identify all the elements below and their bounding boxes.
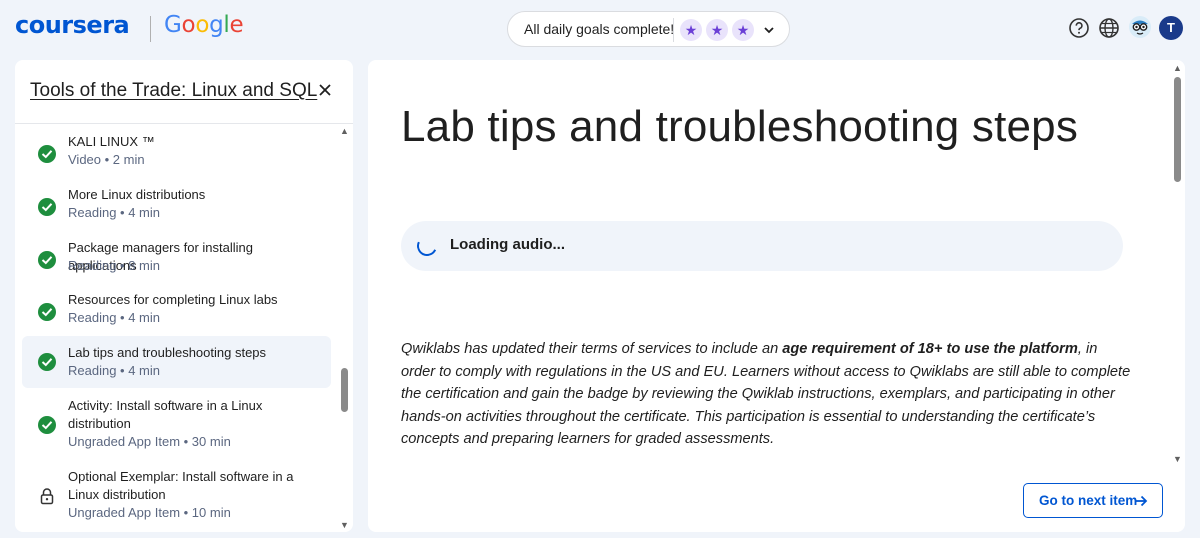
goals-separator [673, 18, 674, 42]
google-letter: o [181, 12, 196, 38]
google-logo: Google [164, 12, 244, 38]
logo-divider [150, 16, 151, 42]
item-meta: Ungraded App Item • 10 min [68, 505, 231, 520]
item-title: KALI LINUX ™ [68, 134, 155, 149]
user-avatar[interactable]: T [1159, 16, 1183, 40]
audio-player[interactable]: Loading audio... [401, 221, 1123, 271]
course-title-link[interactable]: Tools of the Trade: Linux and SQL [30, 80, 317, 102]
item-title: Resources for completing Linux labs [68, 292, 278, 307]
sidebar-item-package-managers[interactable]: Package managers for installing applicat… [22, 232, 331, 280]
globe-icon[interactable] [1098, 17, 1120, 39]
help-icon[interactable] [1068, 17, 1090, 39]
next-button-label: Go to next item [1039, 493, 1138, 508]
completed-check-icon [38, 353, 56, 371]
sidebar-item-resources-linux-labs[interactable]: Resources for completing Linux labs Read… [22, 284, 331, 332]
accessibility-icon[interactable] [1128, 15, 1152, 39]
sidebar-item-kali-linux[interactable]: KALI LINUX ™ Video • 2 min [22, 126, 331, 174]
google-letter: G [164, 12, 182, 38]
sidebar-scrollbar-thumb[interactable] [341, 368, 348, 412]
daily-goals-dropdown[interactable]: All daily goals complete! ★ ★ ★ [507, 11, 790, 47]
item-meta: Reading • 8 min [68, 258, 160, 273]
go-to-next-item-button[interactable]: Go to next item [1023, 483, 1163, 518]
item-meta: Reading • 4 min [68, 363, 160, 378]
loading-spinner-icon [414, 233, 440, 259]
sidebar-item-lab-tips[interactable]: Lab tips and troubleshooting steps Readi… [22, 336, 331, 388]
main-scrollbar-thumb[interactable] [1174, 77, 1181, 182]
scroll-up-arrow-icon[interactable]: ▲ [1173, 63, 1182, 73]
completed-check-icon [38, 251, 56, 269]
item-meta: Video • 2 min [68, 152, 145, 167]
scroll-down-arrow-icon[interactable]: ▼ [1173, 454, 1182, 464]
lock-icon [40, 488, 54, 505]
page-title: Lab tips and troubleshooting steps [401, 102, 1079, 151]
item-meta: Reading • 4 min [68, 310, 160, 325]
coursera-logo[interactable]: coursera [15, 11, 130, 39]
body-paragraph: Qwiklabs has updated their terms of serv… [401, 338, 1131, 451]
sidebar-item-activity-install-software[interactable]: Activity: Install software in a Linux di… [22, 392, 331, 458]
item-title: Optional Exemplar: Install software in a… [68, 469, 294, 502]
daily-goals-text: All daily goals complete! [524, 21, 675, 37]
chevron-down-icon [764, 27, 774, 34]
scroll-down-arrow-icon[interactable]: ▼ [340, 520, 349, 530]
scroll-up-arrow-icon[interactable]: ▲ [340, 126, 349, 136]
star-icon: ★ [706, 19, 728, 41]
paragraph-emphasis: age requirement of 18+ to use the platfo… [782, 341, 1078, 357]
item-meta: Ungraded App Item • 30 min [68, 434, 231, 449]
course-outline-sidebar: Tools of the Trade: Linux and SQL KALI L… [15, 60, 353, 532]
google-letter: g [209, 12, 224, 38]
completed-check-icon [38, 416, 56, 434]
sidebar-item-more-linux-distributions[interactable]: More Linux distributions Reading • 4 min [22, 179, 331, 227]
item-title: More Linux distributions [68, 187, 206, 202]
paragraph-lead: Qwiklabs has updated their terms of serv… [401, 341, 783, 357]
completed-check-icon [38, 145, 56, 163]
main-content-panel: Lab tips and troubleshooting steps Loadi… [368, 60, 1185, 532]
item-meta: Reading • 4 min [68, 205, 160, 220]
audio-status-text: Loading audio... [450, 236, 565, 253]
item-title: Lab tips and troubleshooting steps [68, 345, 267, 360]
completed-check-icon [38, 198, 56, 216]
star-icon: ★ [680, 19, 702, 41]
google-letter: o [195, 12, 210, 38]
completed-check-icon [38, 303, 56, 321]
star-icon: ★ [732, 19, 754, 41]
top-header: coursera Google All daily goals complete… [0, 0, 1200, 56]
course-item-list: KALI LINUX ™ Video • 2 min More Linux di… [15, 124, 337, 532]
close-icon[interactable] [315, 80, 335, 100]
item-title: Activity: Install software in a Linux di… [68, 398, 263, 431]
sidebar-item-optional-exemplar[interactable]: Optional Exemplar: Install software in a… [22, 463, 331, 529]
google-letter: e [229, 12, 244, 38]
arrow-right-icon [1135, 495, 1148, 507]
